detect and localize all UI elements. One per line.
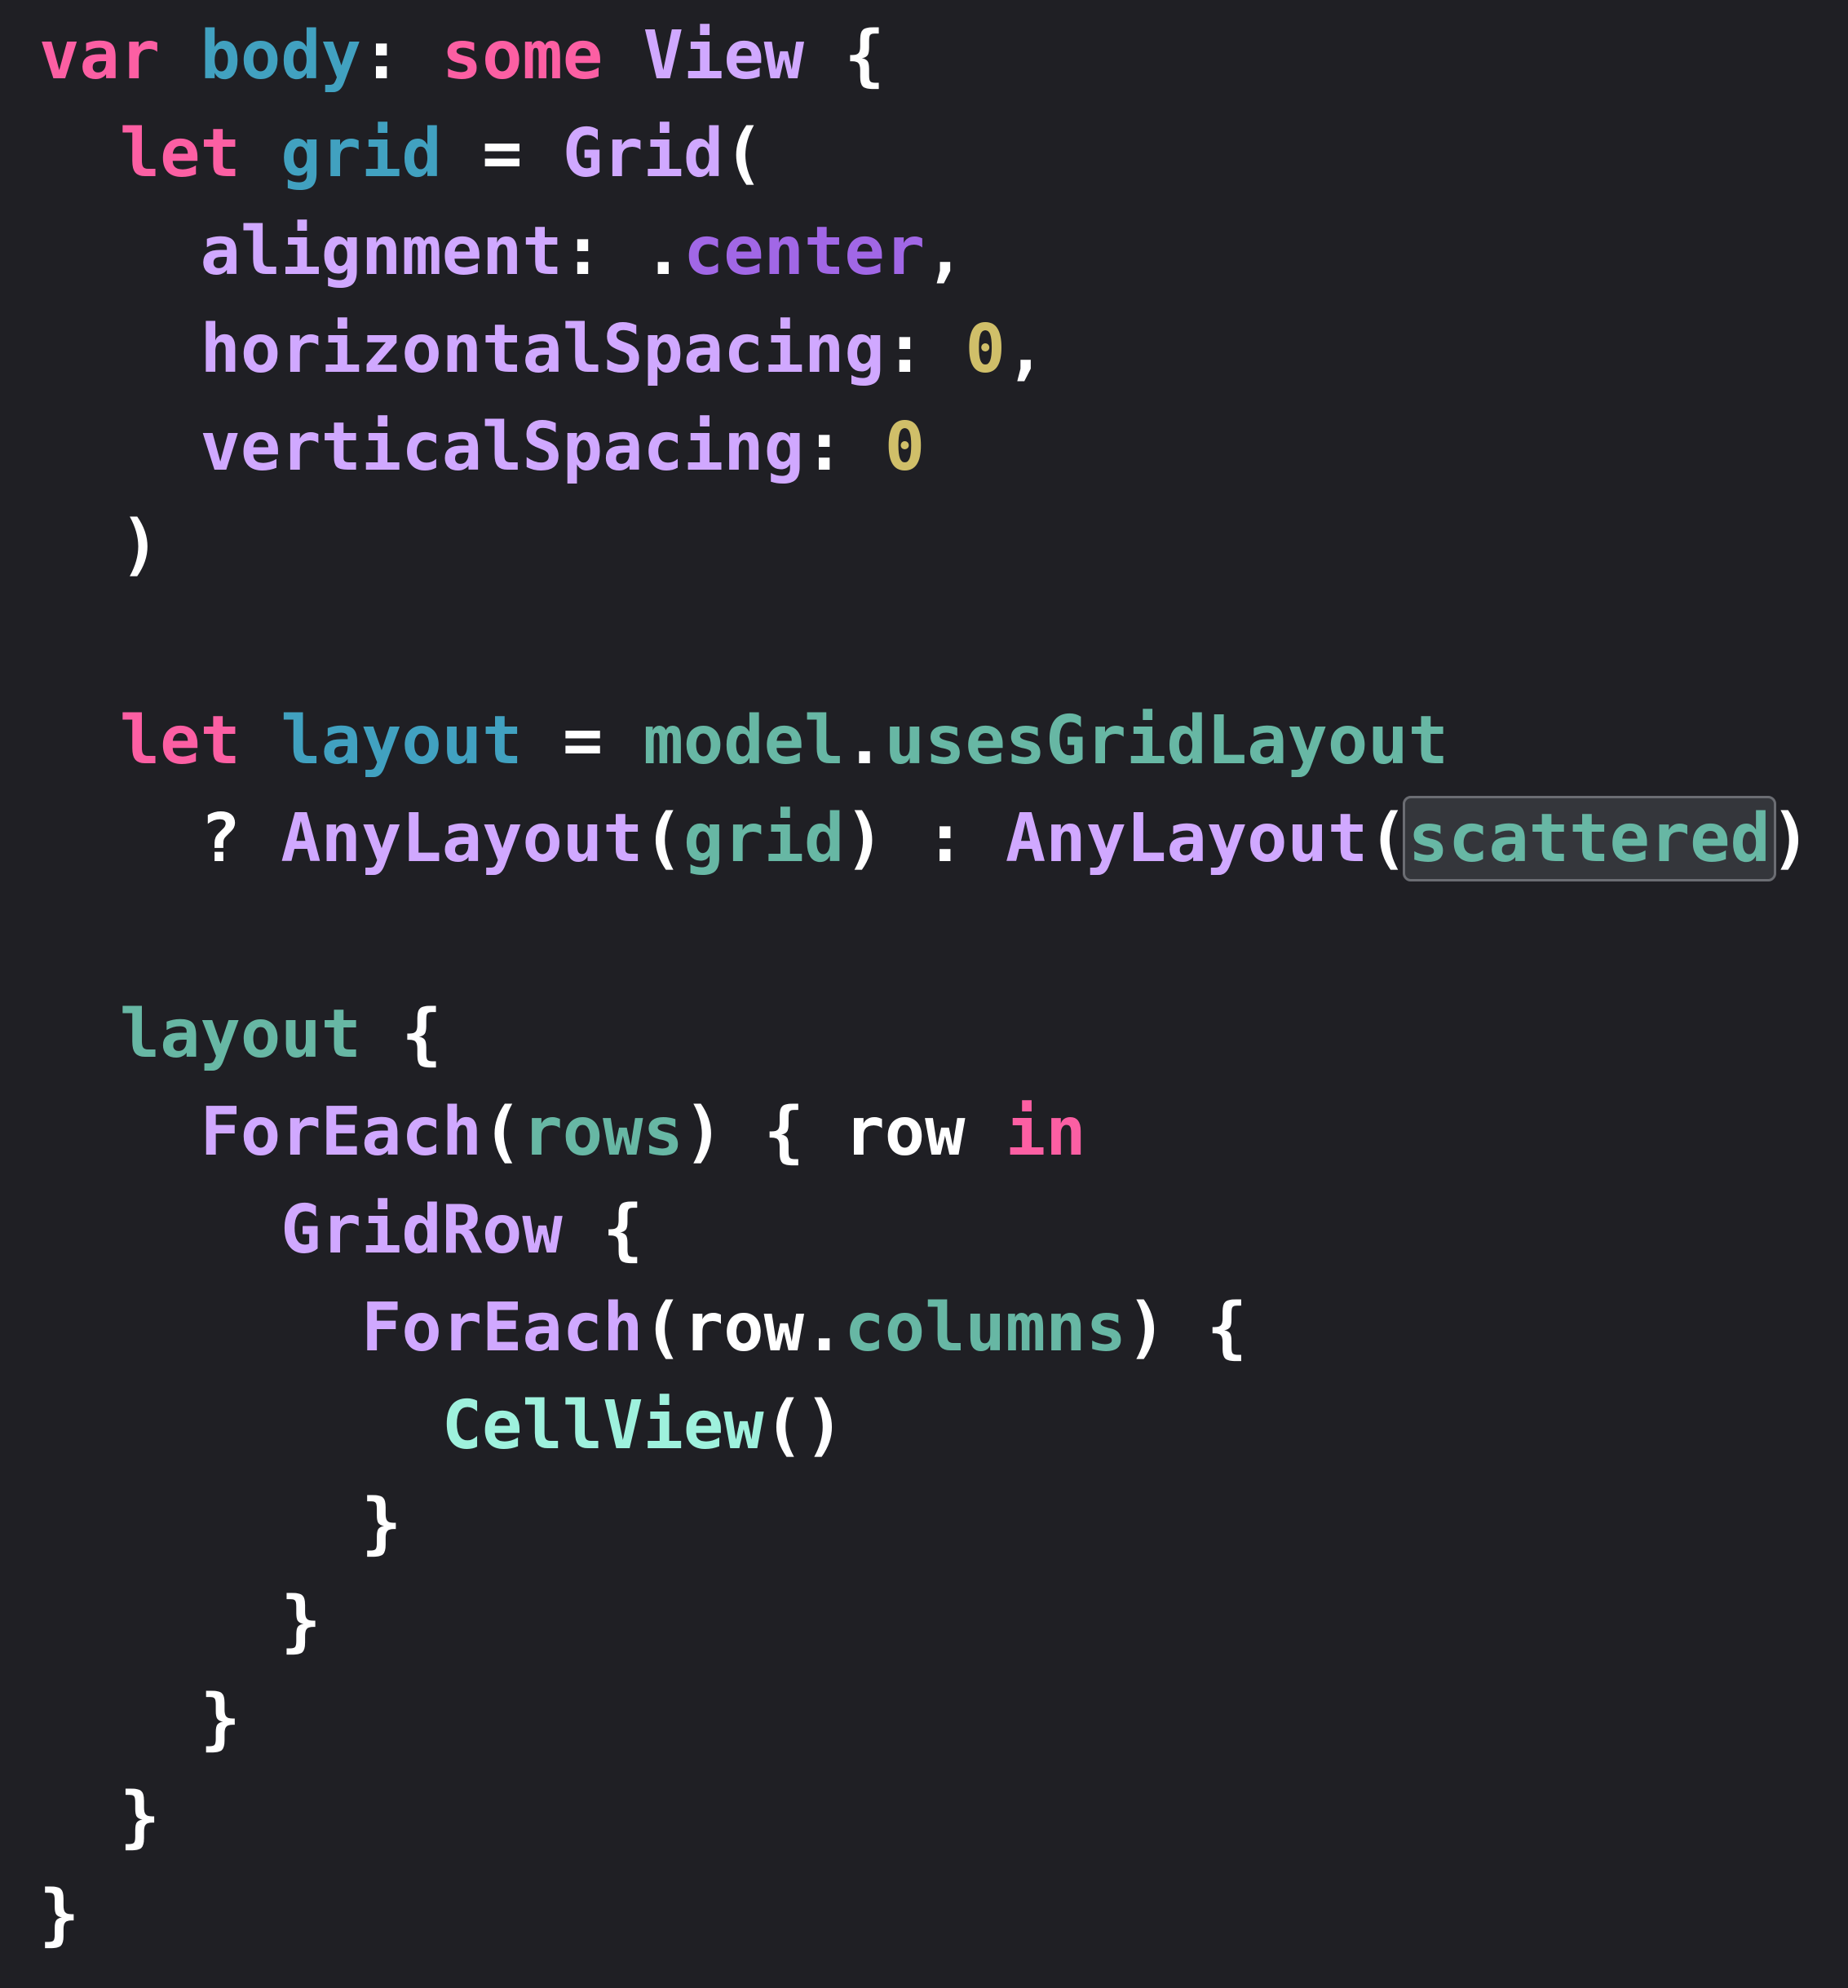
argument-label-horizontal-spacing: horizontalSpacing <box>200 311 885 388</box>
open-brace: { <box>360 996 442 1073</box>
close-brace: } <box>281 1583 321 1660</box>
type-gridrow: GridRow <box>281 1191 563 1269</box>
equals: = <box>441 115 563 192</box>
code-line-6: ) <box>39 501 160 590</box>
open-brace: ) { <box>1125 1289 1248 1367</box>
code-line-15: } <box>39 1577 321 1667</box>
close-brace: } <box>119 1778 161 1856</box>
keyword-some: some <box>441 17 603 95</box>
close-paren: ) <box>119 506 161 584</box>
code-line-1: var body: some View { <box>39 11 885 101</box>
code-line-17: } <box>39 1773 160 1862</box>
dot: . <box>844 702 885 780</box>
close-paren: ) <box>1770 800 1811 877</box>
row-access: (row. <box>643 1289 845 1367</box>
code-line-8: ? AnyLayout(grid) : AnyLayout(scattered) <box>39 794 1810 884</box>
close-brace: } <box>39 1876 80 1954</box>
highlighted-identifier-scattered[interactable]: scattered <box>1402 796 1776 881</box>
type-any-layout: AnyLayout <box>1005 800 1368 877</box>
closure-params: ) { row <box>683 1093 1006 1171</box>
code-line-3: alignment: .center, <box>39 207 966 297</box>
code-editor[interactable]: var body: some View { let grid = Grid( a… <box>0 0 1848 1988</box>
keyword-in: in <box>1005 1093 1086 1171</box>
keyword-let: let <box>119 115 241 192</box>
code-line-5: verticalSpacing: 0 <box>39 403 925 493</box>
argument-label-alignment: alignment <box>200 213 563 290</box>
identifier-model: model <box>643 702 845 780</box>
property-grid: grid <box>281 115 442 192</box>
code-line-4: horizontalSpacing: 0, <box>39 305 1046 395</box>
close-brace: } <box>200 1681 241 1758</box>
dot: . <box>643 213 683 290</box>
open-paren: ( <box>723 115 764 192</box>
number-literal: 0 <box>965 311 1006 388</box>
code-line-16: } <box>39 1675 241 1765</box>
identifier-rows: rows <box>522 1093 683 1171</box>
open-brace: { <box>562 1191 643 1269</box>
colon: : <box>884 311 966 388</box>
colon: : <box>360 17 442 95</box>
open-paren: ( <box>643 800 683 877</box>
code-line-2: let grid = Grid( <box>39 109 764 199</box>
type-any-layout: AnyLayout <box>281 800 643 877</box>
argument-label-vertical-spacing: verticalSpacing <box>200 409 805 486</box>
identifier-layout: layout <box>119 996 361 1073</box>
code-line-13: CellView() <box>39 1381 845 1471</box>
code-line-11: GridRow { <box>39 1186 643 1275</box>
call-cellview: CellView <box>441 1387 764 1464</box>
identifier-uses-grid-layout: usesGridLayout <box>884 702 1448 780</box>
type-foreach: ForEach <box>200 1093 483 1171</box>
comma: , <box>925 213 966 290</box>
comma: , <box>1005 311 1046 388</box>
number-literal: 0 <box>884 409 926 486</box>
ternary-colon: ) : <box>844 800 1006 877</box>
close-brace: } <box>360 1485 402 1562</box>
keyword-let: let <box>119 702 241 780</box>
identifier-columns: columns <box>844 1289 1126 1367</box>
code-line-10: ForEach(rows) { row in <box>39 1088 1086 1177</box>
type-foreach: ForEach <box>360 1289 643 1367</box>
code-line-14: } <box>39 1479 401 1569</box>
identifier-grid: grid <box>683 800 845 877</box>
property-body: body <box>200 17 361 95</box>
code-line-9: layout { <box>39 990 442 1080</box>
equals: = <box>522 702 643 780</box>
code-line-12: ForEach(row.columns) { <box>39 1283 1247 1373</box>
member-center: center <box>683 213 926 290</box>
open-paren: ( <box>482 1093 523 1171</box>
colon: : <box>562 213 643 290</box>
call-parens: () <box>763 1387 845 1464</box>
code-line-7: let layout = model.usesGridLayout <box>39 696 1448 786</box>
property-layout: layout <box>281 702 523 780</box>
colon: : <box>804 409 885 486</box>
open-brace: { <box>804 17 885 95</box>
code-line-18: } <box>39 1871 79 1960</box>
type-view: View <box>643 17 805 95</box>
keyword-var: var <box>39 17 161 95</box>
type-grid: Grid <box>562 115 724 192</box>
ternary-question: ? <box>200 800 281 877</box>
